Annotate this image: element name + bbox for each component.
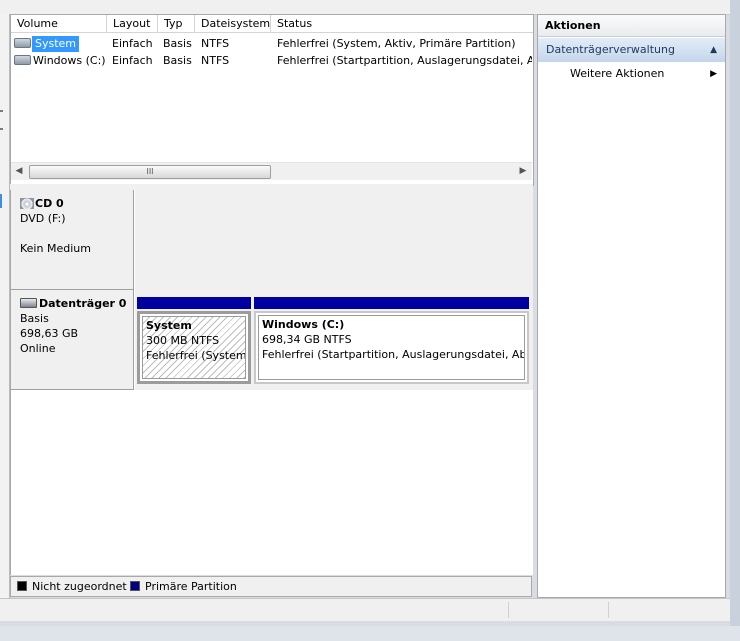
volume-filesystem: NTFS (201, 54, 230, 67)
partition-system[interactable]: System 300 MB NTFS Fehlerfrei (System, (137, 297, 251, 384)
volume-layout: Einfach (112, 37, 153, 50)
horizontal-scrollbar[interactable]: ◀ III ▶ (11, 162, 532, 180)
volume-layout: Einfach (112, 54, 153, 67)
legend-label: Primäre Partition (145, 580, 237, 593)
disk-media-status: Kein Medium (20, 242, 91, 255)
action-label: Weitere Aktionen (570, 67, 665, 80)
submenu-arrow-icon: ▶ (710, 69, 717, 79)
volume-status: Fehlerfrei (System, Aktiv, Primäre Parti… (277, 37, 516, 50)
action-more-actions[interactable]: Weitere Aktionen ▶ (538, 64, 725, 84)
legend-primary-partition: Primäre Partition (130, 580, 237, 594)
cd-drive-icon (20, 197, 34, 209)
legend-unallocated: Nicht zugeordnet (17, 580, 127, 594)
partition-size: 300 MB NTFS (146, 334, 220, 347)
column-header-type[interactable]: Typ (158, 15, 195, 33)
legend-label: Nicht zugeordnet (32, 580, 127, 593)
disk-title: Datenträger 0 (39, 297, 127, 310)
disk-0-label[interactable]: Datenträger 0 Basis 698,63 GB Online (11, 290, 134, 390)
column-header-status[interactable]: Status (271, 15, 533, 33)
disk-layout-pane: CD 0 DVD (F:) Kein Medium Datenträger 0 … (10, 190, 533, 575)
window-frame-right (730, 0, 740, 641)
scroll-left-icon[interactable]: ◀ (14, 166, 24, 176)
disk-drive-letter: DVD (F:) (20, 212, 66, 225)
volume-icon (14, 55, 31, 65)
partition-name: Windows (C:) (262, 318, 345, 331)
volume-type: Basis (163, 54, 192, 67)
partition-size: 698,34 GB NTFS (262, 333, 352, 346)
window-top-edge (0, 0, 730, 15)
volume-row[interactable]: System Einfach Basis NTFS Fehlerfrei (Sy… (11, 35, 533, 52)
volume-name: System (32, 36, 80, 52)
disk-title: CD 0 (35, 197, 64, 210)
actions-section-label: Datenträgerverwaltung (546, 43, 675, 56)
hard-disk-icon (20, 298, 37, 308)
volume-row[interactable]: Windows (C:) Einfach Basis NTFS Fehlerfr… (11, 52, 533, 69)
partition-status: Fehlerfrei (Startpartition, Auslagerungs… (262, 348, 525, 361)
legend-swatch (17, 581, 27, 591)
disk-cd0-label[interactable]: CD 0 DVD (F:) Kein Medium (11, 190, 134, 290)
collapse-up-icon[interactable]: ▲ (710, 38, 717, 62)
window-frame-bottom (0, 626, 740, 641)
disk-spacer (20, 226, 133, 241)
disk-size: 698,63 GB (20, 327, 79, 340)
disk-type: Basis (20, 312, 49, 325)
scrollbar-thumb[interactable]: III (29, 165, 271, 179)
partition-status: Fehlerfrei (System, (146, 349, 246, 362)
actions-header: Aktionen (538, 15, 725, 37)
volume-status: Fehlerfrei (Startpartition, Auslagerungs… (277, 54, 532, 67)
status-bar-cell (508, 602, 609, 618)
volume-list: Volume Layout Typ Dateisystem Status Sys… (10, 14, 534, 186)
volume-filesystem: NTFS (201, 37, 230, 50)
actions-section-disk-management[interactable]: Datenträgerverwaltung ▲ (538, 38, 725, 62)
volume-type: Basis (163, 37, 192, 50)
navigation-pane-edge[interactable] (0, 14, 10, 598)
column-header-layout[interactable]: Layout (107, 15, 158, 33)
legend-bar: Nicht zugeordnet Primäre Partition (10, 576, 532, 597)
primary-partition-bar (137, 297, 251, 309)
status-bar-cell (608, 602, 709, 618)
primary-partition-bar (254, 297, 529, 309)
partition-name: System (146, 319, 192, 332)
scroll-right-icon[interactable]: ▶ (518, 166, 528, 176)
column-header-filesystem[interactable]: Dateisystem (195, 15, 271, 33)
actions-pane: Aktionen Datenträgerverwaltung ▲ Weitere… (537, 14, 726, 598)
volume-icon (14, 38, 31, 48)
legend-swatch (130, 581, 140, 591)
column-header-volume[interactable]: Volume (11, 15, 107, 33)
volume-name: Windows (C:) (33, 54, 106, 67)
status-bar (0, 598, 730, 621)
partition-windows[interactable]: Windows (C:) 698,34 GB NTFS Fehlerfrei (… (254, 297, 529, 384)
disk-status: Online (20, 342, 56, 355)
